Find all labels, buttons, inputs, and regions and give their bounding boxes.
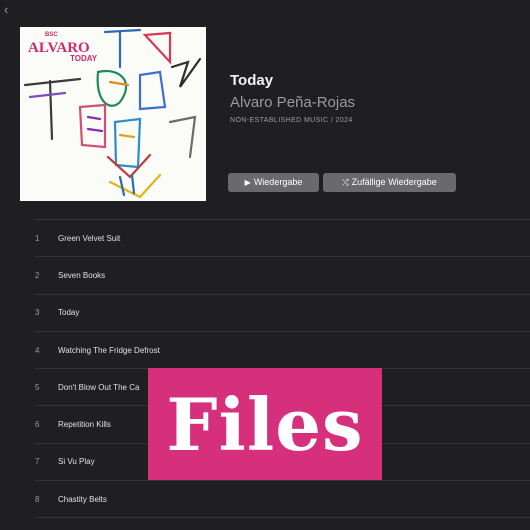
back-button[interactable]: ‹ [4,3,16,17]
album-meta: NON-ESTABLISHED MUSIC / 2024 [230,117,353,124]
shuffle-button-label: Zufällige Wiedergabe [351,177,437,187]
play-button-label: Wiedergabe [253,177,303,187]
album-artist-link[interactable]: Alvaro Peña-Rojas [230,94,355,111]
track-title: Seven Books [58,270,106,280]
track-number: 6 [35,420,40,430]
shuffle-button[interactable]: ⤮ Zufällige Wiedergabe [323,173,456,192]
track-number: 3 [35,308,40,318]
shuffle-icon: ⤮ [342,178,349,187]
track-title: Si Vu Play [58,457,95,467]
track-row[interactable]: 1 Green Velvet Suit [35,220,530,258]
track-number: 4 [35,345,40,355]
files-overlay-text: Files [166,381,364,467]
track-number: 7 [35,457,40,467]
track-row[interactable]: 8 Chastity Belts [35,481,530,519]
play-icon: ▶ [244,178,251,187]
album-artwork: BSC ALVARO TODAY [20,27,206,201]
track-title: Chastity Belts [58,494,107,504]
track-number: 5 [35,382,40,392]
track-number: 8 [35,494,40,504]
track-title: Green Velvet Suit [58,233,121,243]
chevron-left-icon: ‹ [4,2,9,17]
track-title: Repetition Kills [58,420,111,430]
cover-badge: BSC [45,32,58,38]
track-row[interactable]: 3 Today [35,295,530,332]
track-title: Watching The Fridge Defrost [58,345,160,355]
track-title: Today [58,308,80,318]
play-button[interactable]: ▶ Wiedergabe [228,173,319,192]
track-row[interactable]: 2 Seven Books [35,257,530,295]
track-number: 1 [35,233,40,243]
files-overlay-banner: Files [148,368,382,480]
cover-title: TODAY [70,54,98,63]
track-number: 2 [35,270,40,280]
track-title: Don't Blow Out The Ca [58,382,140,392]
album-title: Today [230,72,274,89]
track-row[interactable]: 4 Watching The Fridge Defrost [35,332,530,370]
